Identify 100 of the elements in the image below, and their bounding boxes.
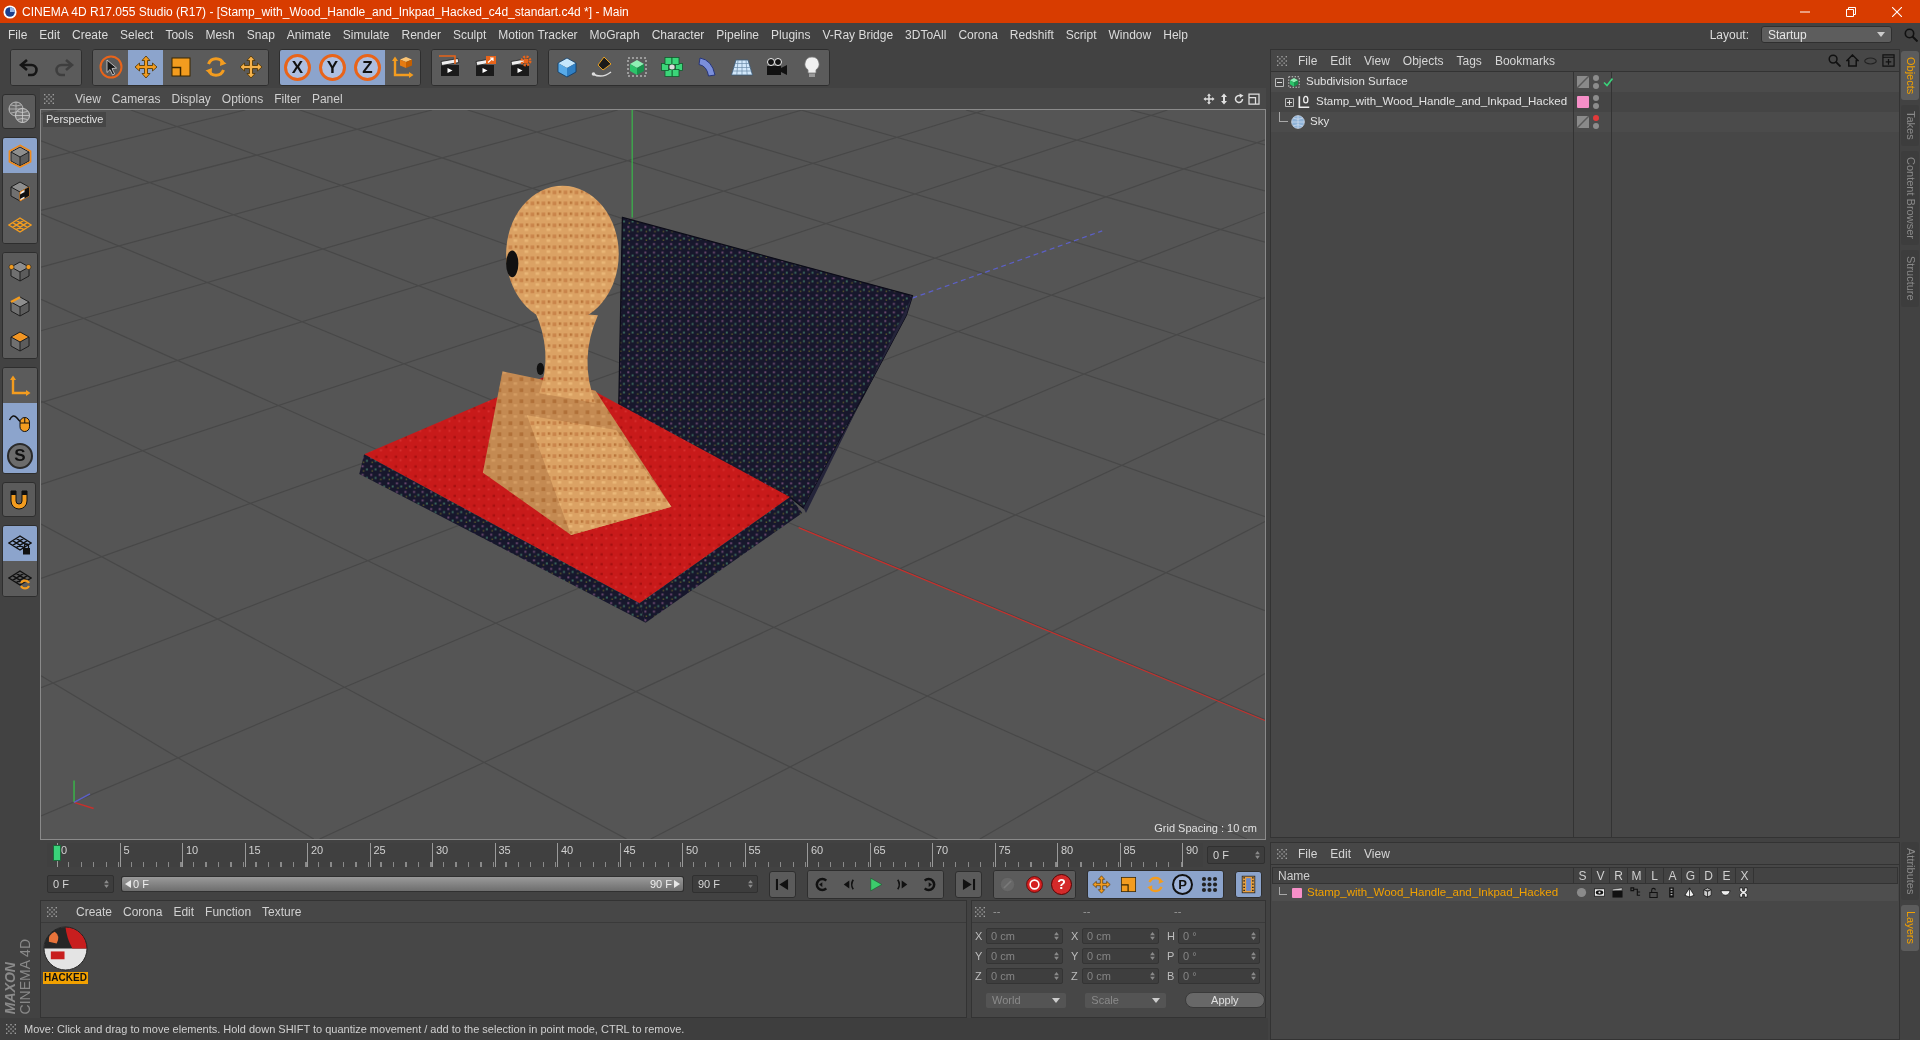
eye-icon[interactable]: [1593, 887, 1605, 898]
menu-item[interactable]: Redshift: [1009, 28, 1054, 41]
frame-range-slider[interactable]: 0 F 90 F: [121, 876, 684, 892]
solo-dot-icon[interactable]: [1575, 887, 1587, 898]
object-row[interactable]: Sky: [1271, 112, 1899, 132]
viewport-menu-item[interactable]: Panel: [311, 92, 343, 105]
xref-icon[interactable]: [1737, 887, 1749, 898]
objects-menu-item[interactable]: Tags: [1456, 54, 1482, 67]
menu-item[interactable]: Tools: [165, 28, 194, 41]
expand-icon[interactable]: [1285, 97, 1294, 107]
menu-item[interactable]: Snap: [246, 28, 275, 41]
column-header[interactable]: X: [1735, 868, 1753, 883]
menu-item[interactable]: Edit: [39, 28, 61, 41]
material-menu-item[interactable]: Corona: [123, 905, 163, 918]
home-icon[interactable]: [1846, 54, 1859, 67]
object-name[interactable]: Stamp_with_Wood_Handle_and_Inkpad_Hacked: [1316, 96, 1568, 108]
spinner-arrows-icon[interactable]: [748, 880, 753, 888]
editor-visibility-dot-icon[interactable]: [1593, 95, 1599, 101]
go-to-start-button[interactable]: [769, 870, 796, 898]
material-menu-item[interactable]: Function: [205, 905, 252, 918]
material-name[interactable]: HACKED: [43, 972, 88, 984]
search-icon[interactable]: [1828, 54, 1841, 67]
rotate-icon[interactable]: [1233, 92, 1245, 105]
open-lock-icon[interactable]: [1647, 887, 1659, 898]
menu-item[interactable]: Corona: [958, 28, 998, 41]
spinner-arrows-icon[interactable]: [1251, 972, 1256, 980]
object-name[interactable]: Sky: [1310, 116, 1330, 128]
objects-menu-item[interactable]: Bookmarks: [1494, 54, 1555, 67]
up-down-arrow-icon[interactable]: [1218, 92, 1230, 105]
move-icon[interactable]: [1203, 92, 1215, 105]
spinner-arrows-icon[interactable]: [1150, 952, 1155, 960]
editor-visibility-dot-icon[interactable]: [1593, 115, 1599, 121]
workplane-lock-button[interactable]: [3, 526, 37, 561]
object-row[interactable]: Subdivision Surface: [1271, 72, 1899, 92]
render-visibility-dot-icon[interactable]: [1593, 103, 1599, 109]
axis-lock-button[interactable]: X: [280, 49, 315, 85]
layers-menu-item[interactable]: File: [1298, 847, 1318, 860]
viewport-menu-item[interactable]: Options: [221, 92, 264, 105]
material-menu-item[interactable]: Create: [76, 905, 113, 918]
column-header[interactable]: S: [1573, 868, 1591, 883]
start-frame-field[interactable]: 0 F: [47, 875, 114, 893]
menu-item[interactable]: Simulate: [342, 28, 390, 41]
layer-color-icon[interactable]: [1292, 887, 1302, 898]
axis-lock-button[interactable]: Z: [350, 49, 385, 85]
menu-item[interactable]: Sculpt: [452, 28, 487, 41]
grip-icon[interactable]: [6, 1024, 16, 1034]
viewport-menu-item[interactable]: Display: [171, 92, 211, 105]
menu-item[interactable]: Window: [1108, 28, 1152, 41]
hierarchy-icon[interactable]: [1629, 887, 1641, 898]
grip-icon[interactable]: [975, 906, 985, 917]
menu-item[interactable]: Plugins: [771, 28, 811, 41]
spinner-arrows-icon[interactable]: [1054, 952, 1059, 960]
magnet-button[interactable]: [2, 482, 36, 517]
spinner-arrows-icon[interactable]: [104, 880, 109, 888]
column-header[interactable]: G: [1681, 868, 1699, 883]
menu-item[interactable]: Script: [1065, 28, 1097, 41]
column-header[interactable]: Name: [1273, 868, 1573, 883]
layer-name[interactable]: Stamp_with_Wood_Handle_and_Inkpad_Hacked: [1307, 886, 1559, 899]
menu-item[interactable]: Character: [651, 28, 705, 41]
grip-icon[interactable]: [44, 93, 54, 104]
apply-button[interactable]: Apply: [1184, 992, 1265, 1008]
editor-visibility-dot-icon[interactable]: [1593, 75, 1599, 81]
menu-item[interactable]: Select: [120, 28, 154, 41]
object-name[interactable]: Subdivision Surface: [1306, 76, 1408, 88]
pyramid-icon[interactable]: [1683, 887, 1695, 898]
bowl-icon[interactable]: [1719, 887, 1731, 898]
viewport-menu-item[interactable]: Cameras: [111, 92, 161, 105]
render-visibility-dot-icon[interactable]: [1593, 123, 1599, 129]
collapse-icon[interactable]: [1275, 77, 1284, 87]
menu-item[interactable]: Motion Tracker: [498, 28, 578, 41]
material-menu-item[interactable]: Edit: [173, 905, 195, 918]
current-frame-field[interactable]: 0 F: [1207, 846, 1265, 864]
end-frame-field[interactable]: 90 F: [692, 875, 758, 893]
layers-menu-item[interactable]: Edit: [1330, 847, 1352, 860]
grip-icon[interactable]: [47, 906, 57, 917]
spinner-arrows-icon[interactable]: [1054, 972, 1059, 980]
objects-menu-item[interactable]: File: [1298, 54, 1318, 67]
new-window-icon[interactable]: [1882, 54, 1895, 67]
menu-item[interactable]: 3DToAll: [905, 28, 947, 41]
view-mode-button[interactable]: [2, 94, 36, 129]
material-menu-item[interactable]: Texture: [262, 905, 302, 918]
keyframe-selection-button[interactable]: ?: [1048, 870, 1075, 898]
spinner-arrows-icon[interactable]: [1150, 932, 1155, 940]
column-header[interactable]: D: [1699, 868, 1717, 883]
viewport-menu-item[interactable]: View: [75, 92, 101, 105]
layers-menu-item[interactable]: View: [1364, 847, 1390, 860]
check-icon[interactable]: [1603, 77, 1613, 87]
grip-icon[interactable]: [1277, 55, 1287, 66]
parameter-key-button[interactable]: P: [1169, 870, 1196, 898]
layout-dropdown[interactable]: Startup: [1761, 26, 1892, 43]
playhead-marker[interactable]: [53, 845, 61, 861]
objects-menu-item[interactable]: Objects: [1402, 54, 1444, 67]
clapperboard-icon[interactable]: [1611, 887, 1623, 898]
column-header[interactable]: A: [1663, 868, 1681, 883]
model-mode-button[interactable]: [3, 138, 37, 173]
column-header[interactable]: V: [1591, 868, 1609, 883]
column-header[interactable]: E: [1717, 868, 1735, 883]
menu-item[interactable]: Mesh: [205, 28, 235, 41]
go-to-end-button[interactable]: [955, 870, 982, 898]
layer-row[interactable]: Stamp_with_Wood_Handle_and_Inkpad_Hacked: [1272, 884, 1898, 901]
